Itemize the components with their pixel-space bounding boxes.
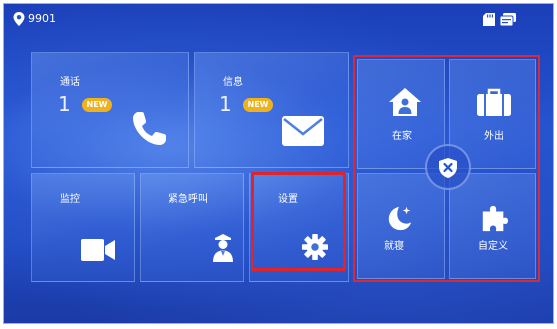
moon-stars-icon [388,206,412,231]
message-tile[interactable]: 信息 1 NEW [194,52,349,168]
shield-x-icon [439,158,457,178]
briefcase-icon [477,88,511,116]
envelope-icon [282,116,324,146]
sd-card-icon [483,13,495,26]
emergency-call-label: 紧急呼叫 [168,194,208,205]
intercom-home-screen: 9901 通话 1 NEW 信息 1 NEW 监控 紧急呼叫 设置 在家 外出 … [3,3,554,324]
monitor-label: 监控 [60,194,80,205]
message-new-badge: NEW [243,98,273,112]
message-label: 信息 [223,77,243,88]
settings-highlight-frame [251,172,346,271]
mode-custom-label: 自定义 [478,241,508,252]
mode-away-label: 外出 [484,131,504,142]
mode-custom-tile[interactable]: 自定义 [449,173,536,279]
call-tile[interactable]: 通话 1 NEW [31,52,189,168]
call-label: 通话 [60,77,80,88]
call-count: 1 [58,92,71,116]
monitor-tile[interactable]: 监控 [31,173,135,282]
guard-icon [213,234,233,262]
emergency-call-tile[interactable]: 紧急呼叫 [140,173,244,282]
video-camera-icon [81,239,115,261]
phone-icon [133,112,166,145]
mode-sleep-label: 就寝 [384,241,404,252]
mode-home-label: 在家 [392,131,412,142]
room-number: 9901 [28,12,56,25]
call-new-badge: NEW [82,98,112,112]
status-bar: 9901 [4,4,553,32]
mode-sleep-tile[interactable]: 就寝 [357,173,445,279]
location-pin-icon [13,12,25,26]
home-person-icon [389,88,421,116]
message-count: 1 [219,92,232,116]
puzzle-icon [482,205,508,232]
id-card-icon [500,13,516,26]
